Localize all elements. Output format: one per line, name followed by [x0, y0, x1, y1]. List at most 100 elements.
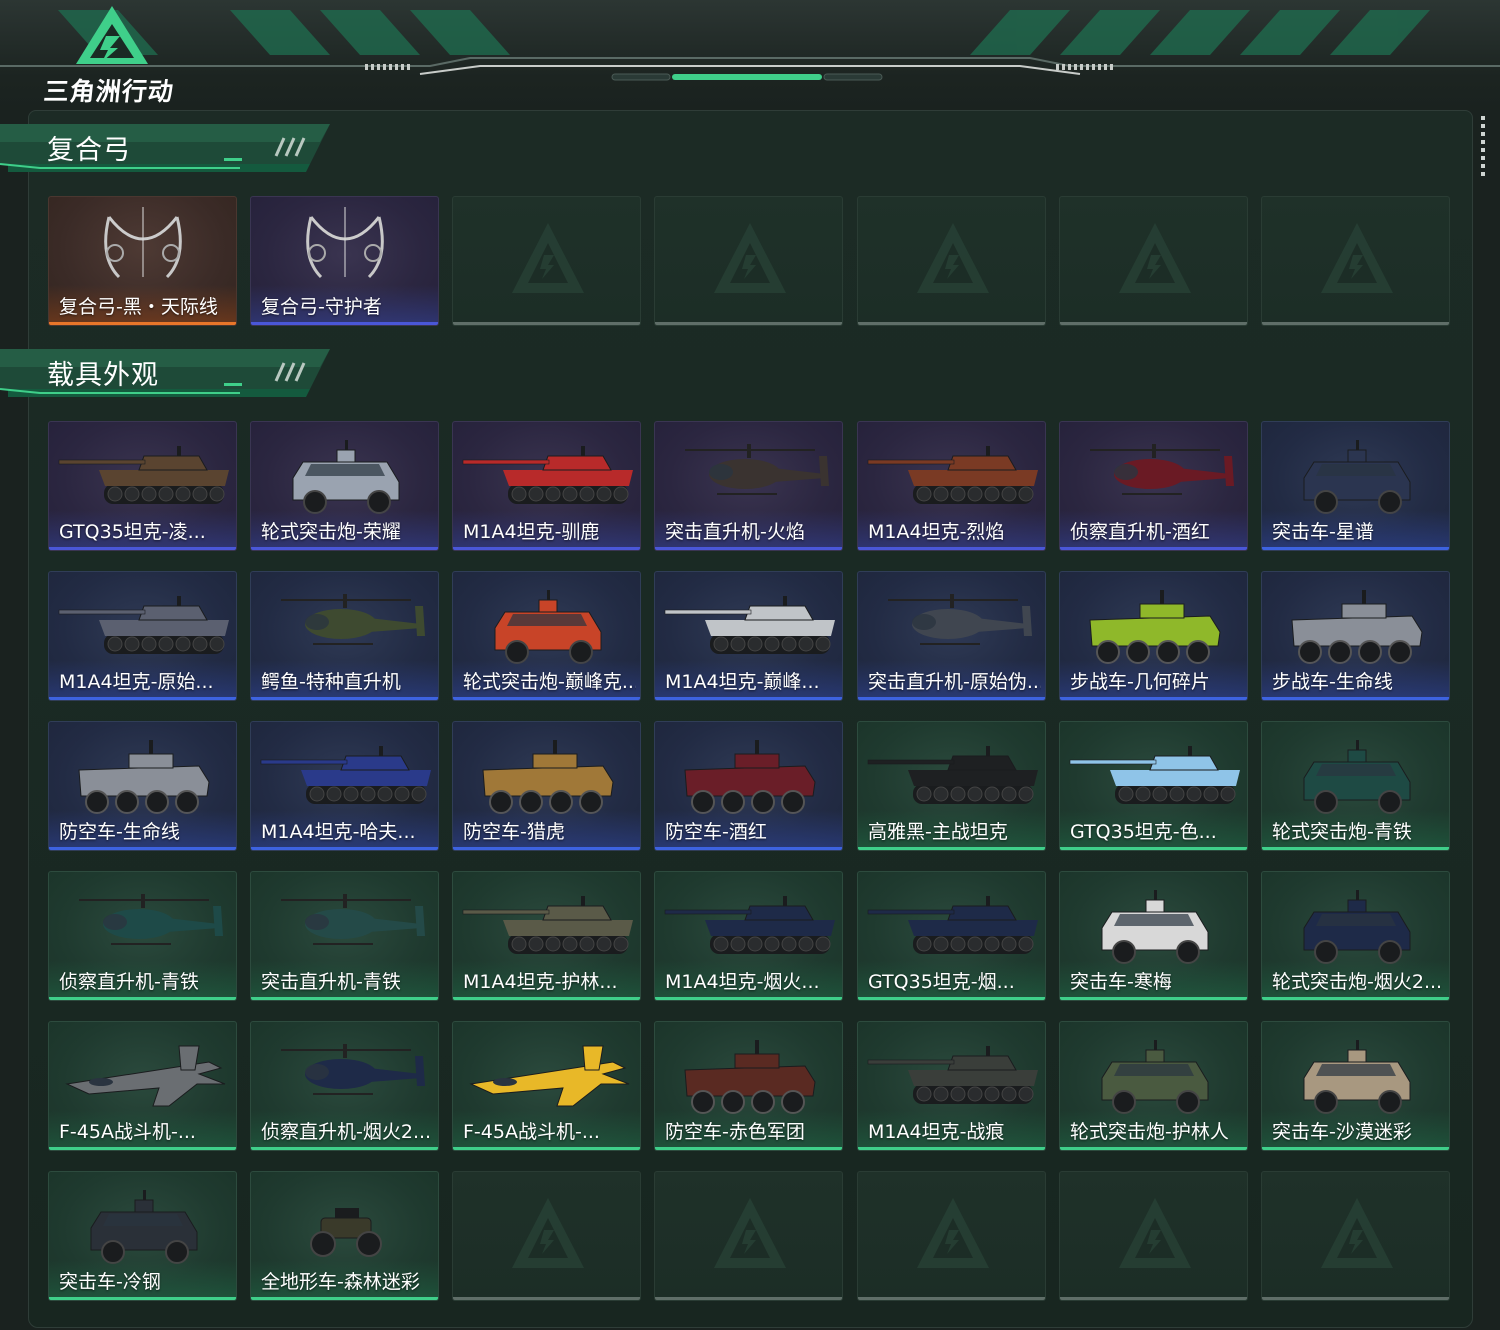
skin-card[interactable]: 防空车-猎虎 — [452, 721, 641, 851]
skin-card[interactable]: GTQ35坦克-色... — [1059, 721, 1248, 851]
skin-card[interactable]: 轮式突击炮-烟火2... — [1261, 871, 1450, 1001]
compound-bow-icon — [306, 207, 384, 279]
rarity-bar — [1262, 547, 1449, 550]
rarity-bar — [251, 847, 438, 850]
rarity-bar — [453, 1297, 640, 1300]
skin-card[interactable]: 突击直升机-青铁 — [250, 871, 439, 1001]
skin-card[interactable]: 侦察直升机-酒红 — [1059, 421, 1248, 551]
rarity-bar — [1060, 1297, 1247, 1300]
tank-icon — [867, 746, 1038, 804]
armored-car-icon — [1101, 890, 1209, 964]
rarity-bar — [1262, 1297, 1449, 1300]
skin-card[interactable]: 突击直升机-原始伪... — [857, 571, 1046, 701]
card-label: 侦察直升机-青铁 — [59, 971, 199, 993]
apc-icon — [1291, 590, 1423, 664]
rarity-bar — [655, 322, 842, 325]
skin-card[interactable]: 侦察直升机-青铁 — [48, 871, 237, 1001]
rarity-bar — [49, 997, 236, 1000]
skin-card[interactable]: M1A4坦克-战痕 — [857, 1021, 1046, 1151]
rarity-bar — [251, 697, 438, 700]
empty-slot — [654, 1171, 843, 1301]
skin-card[interactable]: M1A4坦克-哈夫... — [250, 721, 439, 851]
empty-slot — [654, 196, 843, 326]
rarity-bar — [858, 847, 1045, 850]
skin-card[interactable]: 步战车-几何碎片 — [1059, 571, 1248, 701]
skin-card[interactable]: 轮式突击炮-青铁 — [1261, 721, 1450, 851]
empty-slot — [452, 1171, 641, 1301]
skin-card[interactable]: 防空车-酒红 — [654, 721, 843, 851]
rarity-bar — [251, 1297, 438, 1300]
rarity-bar — [251, 547, 438, 550]
skin-card[interactable]: 全地形车-森林迷彩 — [250, 1171, 439, 1301]
rarity-bar — [655, 547, 842, 550]
skin-card[interactable]: M1A4坦克-护林... — [452, 871, 641, 1001]
card-label: 鳄鱼-特种直升机 — [261, 671, 401, 693]
skin-card[interactable]: 复合弓-黑・天际线 — [48, 196, 237, 326]
apc-icon — [482, 740, 614, 814]
rarity-bar — [655, 847, 842, 850]
fighter-jet-icon — [65, 1045, 226, 1107]
skin-card[interactable]: 步战车-生命线 — [1261, 571, 1450, 701]
skin-card[interactable]: 突击直升机-火焰 — [654, 421, 843, 551]
scrollbar-indicator[interactable] — [1481, 116, 1485, 178]
armored-car-icon — [90, 1190, 198, 1264]
card-label: 复合弓-黑・天际线 — [59, 296, 218, 318]
card-label: M1A4坦克-驯鹿 — [463, 521, 600, 543]
skin-card[interactable]: F-45A战斗机-... — [452, 1021, 641, 1151]
card-label: GTQ35坦克-色... — [1070, 821, 1217, 843]
card-label: 轮式突击炮-荣耀 — [261, 521, 401, 543]
empty-slot — [857, 1171, 1046, 1301]
skin-card[interactable]: 防空车-赤色军团 — [654, 1021, 843, 1151]
card-label: M1A4坦克-战痕 — [868, 1121, 1005, 1143]
skin-card[interactable]: 轮式突击炮-护林人 — [1059, 1021, 1248, 1151]
rarity-bar — [858, 547, 1045, 550]
card-label: 侦察直升机-酒红 — [1070, 521, 1210, 543]
skin-card[interactable]: M1A4坦克-原始... — [48, 571, 237, 701]
skin-card[interactable]: M1A4坦克-驯鹿 — [452, 421, 641, 551]
skin-card[interactable]: GTQ35坦克-烟... — [857, 871, 1046, 1001]
skin-card[interactable]: 轮式突击炮-巅峰克... — [452, 571, 641, 701]
skin-card[interactable]: F-45A战斗机-... — [48, 1021, 237, 1151]
empty-slot-logo-icon — [714, 1198, 786, 1268]
apc-icon — [1089, 590, 1221, 664]
skin-card[interactable]: 轮式突击炮-荣耀 — [250, 421, 439, 551]
skin-card[interactable]: M1A4坦克-烈焰 — [857, 421, 1046, 551]
rarity-bar — [1262, 697, 1449, 700]
rarity-bar — [251, 997, 438, 1000]
skin-card[interactable]: 突击车-寒梅 — [1059, 871, 1248, 1001]
card-label: M1A4坦克-哈夫... — [261, 821, 416, 843]
skin-card[interactable]: M1A4坦克-烟火... — [654, 871, 843, 1001]
skin-card[interactable]: M1A4坦克-巅峰... — [654, 571, 843, 701]
card-label: GTQ35坦克-烟... — [868, 971, 1015, 993]
skin-card[interactable]: 突击车-星谱 — [1261, 421, 1450, 551]
rarity-bar — [655, 1297, 842, 1300]
section-header-compound-bow: 复合弓 — [0, 120, 335, 176]
helicopter-icon — [281, 594, 425, 645]
compound-bow-icon — [104, 207, 182, 279]
rarity-bar — [251, 322, 438, 325]
skin-card[interactable]: 防空车-生命线 — [48, 721, 237, 851]
card-label: 高雅黑-主战坦克 — [868, 821, 1008, 843]
skin-card[interactable]: 突击车-冷钢 — [48, 1171, 237, 1301]
skin-card[interactable]: GTQ35坦克-凌... — [48, 421, 237, 551]
card-label: 防空车-猎虎 — [463, 821, 565, 843]
card-label: 突击直升机-火焰 — [665, 521, 805, 543]
skin-card[interactable]: 高雅黑-主战坦克 — [857, 721, 1046, 851]
rarity-bar — [453, 1147, 640, 1150]
section-title: 复合弓 — [47, 135, 131, 166]
skin-card[interactable]: 鳄鱼-特种直升机 — [250, 571, 439, 701]
armored-car-icon — [1303, 440, 1411, 514]
skin-card[interactable]: 复合弓-守护者 — [250, 196, 439, 326]
card-label: 轮式突击炮-青铁 — [1272, 821, 1412, 843]
skin-card[interactable]: 侦察直升机-烟火2... — [250, 1021, 439, 1151]
empty-slot-logo-icon — [917, 1198, 989, 1268]
empty-slot — [1059, 1171, 1248, 1301]
rarity-bar — [1262, 1147, 1449, 1150]
rarity-bar — [49, 322, 236, 325]
helicopter-icon — [79, 894, 223, 945]
fighter-jet-icon — [469, 1045, 630, 1107]
skin-card[interactable]: 突击车-沙漠迷彩 — [1261, 1021, 1450, 1151]
armored-car-icon — [1303, 1040, 1411, 1114]
card-label: M1A4坦克-护林... — [463, 971, 618, 993]
rarity-bar — [49, 847, 236, 850]
